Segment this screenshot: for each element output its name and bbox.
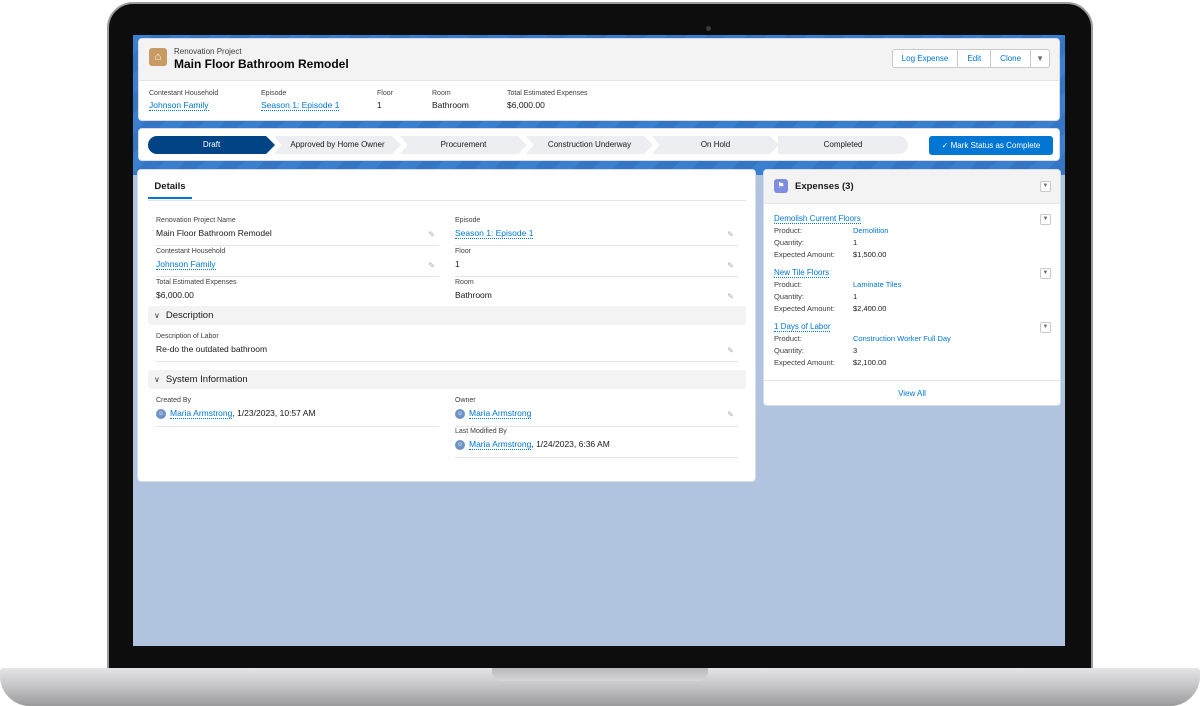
owner-user-link[interactable]: Maria Armstrong xyxy=(469,408,532,419)
change-owner-icon[interactable]: ✎ xyxy=(727,410,734,419)
edit-button[interactable]: Edit xyxy=(957,49,992,68)
field-episode: Episode Season 1: Episode 1 ✎ xyxy=(455,217,738,246)
more-actions-button[interactable]: ▼ xyxy=(1030,49,1050,68)
created-by-user-link[interactable]: Maria Armstrong xyxy=(170,408,233,419)
camera-icon xyxy=(706,26,711,31)
field-created-by: Created By ☺ Maria Armstrong, 1/23/2023, … xyxy=(156,397,439,427)
highlight-floor: Floor 1 xyxy=(377,90,393,110)
clone-button[interactable]: Clone xyxy=(990,49,1032,68)
edit-pencil-icon[interactable]: ✎ xyxy=(727,230,734,239)
list-item: 1 Days of Labor Product: Construction Wor… xyxy=(774,322,1052,367)
expenses-menu-button[interactable]: ▼ xyxy=(1040,181,1051,192)
mark-status-complete-button[interactable]: ✓ Mark Status as Complete xyxy=(929,136,1053,155)
action-buttons: Log Expense Edit Clone ▼ xyxy=(891,49,1050,68)
field-total-estimated-expenses: Total Estimated Expenses $6,000.00 xyxy=(156,279,237,300)
laptop-notch xyxy=(492,668,708,681)
highlight-contestant-household: Contestant Household Johnson Family xyxy=(149,90,219,111)
expenses-title: Expenses (3) xyxy=(795,181,854,192)
user-avatar-icon: ☺ xyxy=(455,408,465,419)
field-owner: Owner ☺ Maria Armstrong ✎ xyxy=(455,397,738,427)
edit-pencil-icon[interactable]: ✎ xyxy=(727,261,734,270)
page-title: Main Floor Bathroom Remodel xyxy=(174,57,349,71)
details-panel: Details Renovation Project Name Main Flo… xyxy=(137,169,756,482)
user-avatar-icon: ☺ xyxy=(455,439,465,450)
highlight-total-expenses: Total Estimated Expenses $6,000.00 xyxy=(507,90,588,110)
section-description[interactable]: ∨ Description xyxy=(148,306,746,325)
expense-link[interactable]: Demolish Current Floors xyxy=(774,214,861,224)
episode-link[interactable]: Season 1: Episode 1 xyxy=(261,100,340,111)
record-header: ⌂ Renovation Project Main Floor Bathroom… xyxy=(138,38,1060,121)
tab-details[interactable]: Details xyxy=(148,181,192,199)
contestant-household-field-link[interactable]: Johnson Family xyxy=(156,259,216,270)
edit-pencil-icon[interactable]: ✎ xyxy=(727,292,734,301)
product-link[interactable]: Demolition xyxy=(853,226,888,235)
contestant-household-link[interactable]: Johnson Family xyxy=(149,100,209,111)
log-expense-button[interactable]: Log Expense xyxy=(891,49,959,68)
episode-field-link[interactable]: Season 1: Episode 1 xyxy=(455,228,534,239)
row-actions-button[interactable]: ▼ xyxy=(1040,268,1051,279)
product-link[interactable]: Laminate Tiles xyxy=(853,280,901,289)
field-renovation-project-name: Renovation Project Name Main Floor Bathr… xyxy=(156,217,439,246)
tab-divider xyxy=(148,200,746,201)
expense-link[interactable]: 1 Days of Labor xyxy=(774,322,831,332)
chevron-down-icon: ∨ xyxy=(154,311,160,320)
product-link[interactable]: Construction Worker Full Day xyxy=(853,334,951,343)
renovation-project-icon: ⌂ xyxy=(149,48,167,66)
field-contestant-household: Contestant Household Johnson Family ✎ xyxy=(156,248,439,277)
edit-pencil-icon[interactable]: ✎ xyxy=(428,230,435,239)
chevron-down-icon: ▼ xyxy=(1036,54,1044,63)
view-all-link[interactable]: View All xyxy=(764,380,1060,406)
row-actions-button[interactable]: ▼ xyxy=(1040,322,1051,333)
stage-draft[interactable]: Draft xyxy=(148,136,275,154)
edit-pencil-icon[interactable]: ✎ xyxy=(727,346,734,355)
field-room: Room Bathroom ✎ xyxy=(455,279,734,301)
stage-approved-by-home-owner[interactable]: Approved by Home Owner xyxy=(274,136,401,154)
expenses-related-list: ⚑ Expenses (3) ▼ Demolish Current Floors… xyxy=(763,169,1061,406)
stage-on-hold[interactable]: On Hold xyxy=(652,136,779,154)
section-system-information[interactable]: ∨ System Information xyxy=(148,370,746,389)
checkmark-icon: ✓ xyxy=(941,141,951,150)
expense-link[interactable]: New Tile Floors xyxy=(774,268,830,278)
list-item: New Tile Floors Product: Laminate Tiles Q… xyxy=(774,268,1052,313)
stage-completed[interactable]: Completed xyxy=(778,136,908,154)
highlight-room: Room Bathroom xyxy=(432,90,469,110)
edit-pencil-icon[interactable]: ✎ xyxy=(428,261,435,270)
stage-procurement[interactable]: Procurement xyxy=(400,136,527,154)
field-description-of-labor: Description of Labor Re-do the outdated … xyxy=(156,333,738,362)
list-item: Demolish Current Floors Product: Demoliti… xyxy=(774,214,1052,259)
highlight-episode: Episode Season 1: Episode 1 xyxy=(261,90,340,111)
app-screen: ⌂ Renovation Project Main Floor Bathroom… xyxy=(133,35,1065,646)
last-modified-user-link[interactable]: Maria Armstrong xyxy=(469,439,532,450)
row-actions-button[interactable]: ▼ xyxy=(1040,214,1051,225)
stage-construction-underway[interactable]: Construction Underway xyxy=(526,136,653,154)
user-avatar-icon: ☺ xyxy=(156,408,166,419)
field-last-modified-by: Last Modified By ☺ Maria Armstrong, 1/24/… xyxy=(455,428,738,458)
chevron-down-icon: ∨ xyxy=(154,375,160,384)
field-floor: Floor 1 ✎ xyxy=(455,248,738,277)
flag-icon: ⚑ xyxy=(774,179,788,193)
path-stages: Draft Approved by Home Owner Procurement… xyxy=(148,136,908,154)
object-type-label: Renovation Project xyxy=(174,47,242,56)
status-path: Draft Approved by Home Owner Procurement… xyxy=(138,128,1060,161)
laptop-frame: ⌂ Renovation Project Main Floor Bathroom… xyxy=(0,0,1200,706)
